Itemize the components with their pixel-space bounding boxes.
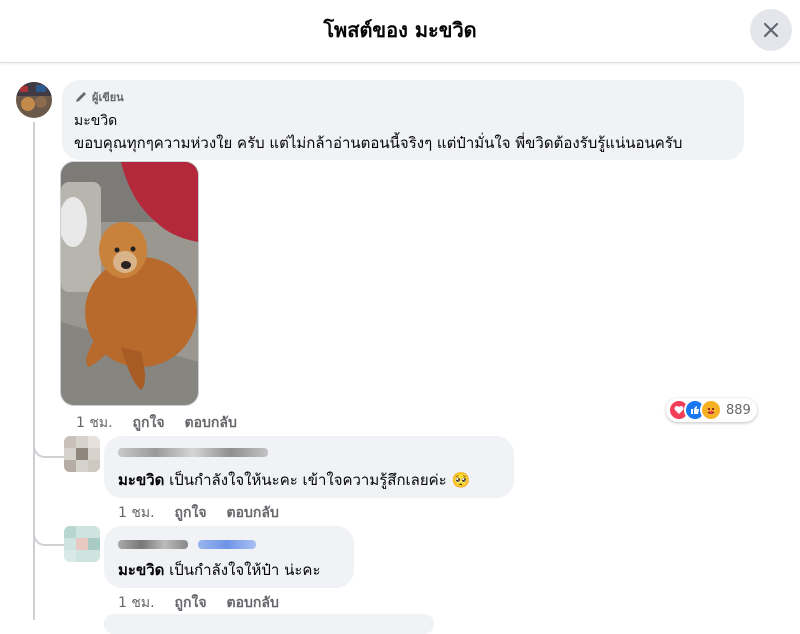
pencil-icon [76, 92, 86, 102]
reply-actions: 1 ชม. ถูกใจ ตอบกลับ [118, 502, 279, 524]
close-button[interactable] [750, 9, 792, 51]
reply-text: มะขวิด เป็นกำลังใจให้ป๋า น่ะคะ [118, 558, 321, 582]
reply-button[interactable]: ตอบกลับ [227, 592, 279, 614]
author-badge-label: ผู้เขียน [92, 91, 124, 104]
reaction-summary[interactable]: 889 [666, 398, 757, 422]
mention-link[interactable]: มะขวิด [118, 471, 164, 489]
like-button[interactable]: ถูกใจ [175, 592, 207, 614]
blurred-name [118, 448, 268, 457]
comment-actions: 1 ชม. ถูกใจ ตอบกลับ [76, 412, 237, 434]
reply-button[interactable]: ตอบกลับ [227, 502, 279, 524]
reaction-count: 889 [726, 402, 751, 418]
author-badge: ผู้เขียน [74, 88, 124, 106]
reply-body: เป็นกำลังใจให้นะคะ เข้าใจความรู้สึกเลยค่… [164, 471, 471, 489]
thread-line [33, 122, 35, 620]
like-button[interactable]: ถูกใจ [133, 412, 165, 434]
page-title: โพสต์ของ มะขวิด [323, 18, 477, 42]
comment-text: ขอบคุณทุกๆความห่วงใย ครับ แต่ไม่กล้าอ่าน… [74, 134, 683, 152]
reply-time[interactable]: 1 ชม. [118, 592, 155, 614]
avatar[interactable] [64, 526, 100, 562]
reply-bubble [104, 614, 434, 634]
avatar[interactable] [64, 436, 100, 472]
mention-link[interactable]: มะขวิด [118, 561, 164, 579]
reply-text: มะขวิด เป็นกำลังใจให้นะคะ เข้าใจความรู้ส… [118, 468, 470, 492]
comment-author[interactable]: มะขวิด [74, 110, 117, 132]
close-icon [763, 22, 779, 38]
avatar[interactable] [16, 82, 52, 118]
thread-branch [33, 440, 65, 458]
reply-body: เป็นกำลังใจให้ป๋า น่ะคะ [164, 561, 321, 579]
comment-photo[interactable] [60, 161, 199, 406]
reply-button[interactable]: ตอบกลับ [185, 412, 237, 434]
blurred-name [198, 540, 256, 549]
care-icon [700, 399, 722, 421]
reply-actions: 1 ชม. ถูกใจ ตอบกลับ [118, 592, 279, 614]
blurred-name [118, 540, 188, 549]
thread-branch [33, 528, 65, 546]
like-button[interactable]: ถูกใจ [175, 502, 207, 524]
comment-time[interactable]: 1 ชม. [76, 412, 113, 434]
reply-time[interactable]: 1 ชม. [118, 502, 155, 524]
dialog-header: โพสต์ของ มะขวิด [0, 0, 800, 63]
